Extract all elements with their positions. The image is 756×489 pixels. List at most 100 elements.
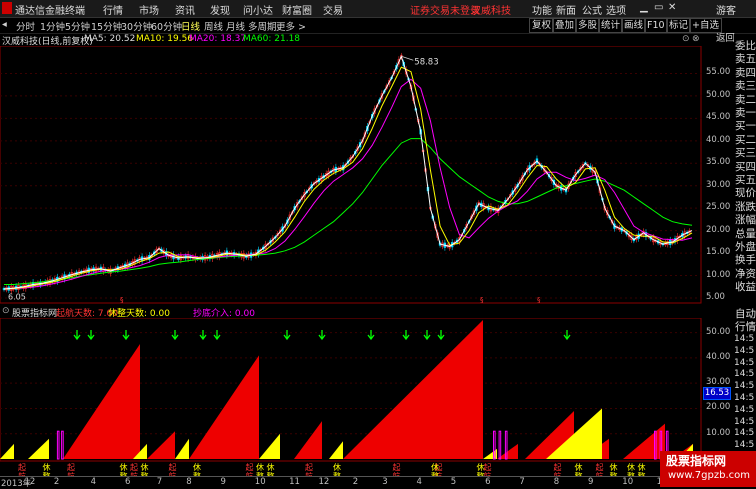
menu-gongneng[interactable]: 功能 — [532, 2, 552, 17]
date-tick-label: 3 — [382, 477, 388, 487]
date-axis: 2013年1224678910111223456789101112 — [0, 476, 702, 489]
menu-hangqing[interactable]: 行情 — [103, 2, 123, 17]
xiuzheng-wedge — [329, 441, 343, 459]
btn-biaoji[interactable]: 标记 — [666, 18, 692, 33]
indicator-header: ⊙ 股票指标网 起航天数: 7.00 休整天数: 0.00 抄底介入: 0.00 — [0, 306, 702, 319]
event-marker-icon: § — [480, 296, 484, 304]
date-tick-label: 8 — [553, 477, 560, 487]
tick-time: 14:5 — [734, 381, 755, 392]
buy-arrow-icon — [437, 330, 445, 341]
indicator-chart[interactable] — [0, 318, 702, 462]
indicator-settings-icon[interactable]: ⊙ — [2, 306, 10, 316]
app-logo-icon — [2, 2, 12, 14]
qihang-wedge — [63, 344, 140, 459]
buy-arrow-icon — [563, 330, 571, 341]
buy-arrow-icon — [283, 330, 291, 341]
date-tick-label: 10 — [254, 477, 266, 487]
toolbar-left-arrow-icon[interactable]: ◂ — [2, 19, 7, 30]
period-daily[interactable]: 日线 — [181, 19, 200, 33]
btn-fuquan[interactable]: 复权 — [529, 18, 555, 33]
btn-diejia[interactable]: 叠加 — [552, 18, 578, 33]
date-tick-label: 11 — [289, 477, 300, 487]
minimize-button[interactable]: ▁ — [640, 2, 648, 13]
xiuzheng-wedge — [259, 433, 280, 459]
close-button[interactable]: ✕ — [668, 2, 676, 13]
chaodi-bar — [498, 430, 502, 460]
watermark-url: www.7gpzb.com — [668, 470, 750, 481]
date-tick-label: 12 — [318, 477, 330, 487]
period-1min[interactable]: 1分钟 — [40, 19, 65, 33]
event-marker-icon: § — [120, 296, 124, 304]
tick-time: 14:5 — [734, 345, 755, 356]
date-tick-label: 8 — [186, 477, 192, 487]
ma20-value: MA20: 18.37 — [189, 34, 247, 44]
chaodi-bar — [56, 430, 60, 460]
period-15min[interactable]: 15分钟 — [91, 19, 122, 33]
indicator-tick-label: 20.00 — [706, 402, 731, 413]
watermark-title: 股票指标网 — [666, 454, 727, 468]
date-tick-label: 6 — [124, 477, 131, 487]
menu-shichang[interactable]: 市场 — [139, 2, 159, 17]
signal-wedges — [0, 320, 693, 459]
ma60-value: MA60: 21.18 — [243, 34, 301, 44]
menu-caifuquan[interactable]: 财富圈 — [282, 2, 312, 17]
btn-huaxian[interactable]: 画线 — [621, 18, 647, 33]
buy-arrow-icon — [73, 330, 81, 341]
btn-tongji[interactable]: 统计 — [598, 18, 624, 33]
price-header: 汉威科技(日线,前复权) MA5: 20.52 MA10: 19.56 MA20… — [0, 34, 702, 47]
buy-arrow-icon — [318, 330, 326, 341]
period-toolbar: ◂ 分时 1分钟 5分钟 15分钟 30分钟 60分钟 日线 周线 月线 多周期… — [0, 18, 756, 44]
menu-gongshi[interactable]: 公式 — [582, 2, 602, 17]
quote-tab[interactable]: 行情 — [735, 319, 756, 334]
restore-button[interactable]: ▭ — [654, 2, 663, 13]
indicator-value-badge: 16.53 — [703, 387, 731, 400]
date-tick-label: 4 — [90, 477, 97, 487]
panel-settings-icon[interactable]: ⊙ — [682, 34, 690, 44]
period-weekly[interactable]: 周线 — [204, 19, 223, 33]
tick-time: 14:5 — [734, 357, 755, 368]
menu-xinmian[interactable]: 新面 — [556, 2, 576, 17]
tick-time: 14:5 — [734, 334, 755, 344]
date-tick-label: 10 — [622, 477, 634, 487]
menu-xuanxiang[interactable]: 选项 — [606, 2, 626, 17]
price-tick-label: 25.00 — [706, 202, 731, 213]
date-tick-label: 9 — [220, 477, 226, 487]
xiuzheng-wedge — [175, 438, 189, 459]
period-more[interactable]: 更多 > — [276, 19, 306, 33]
guest-label[interactable]: 游客 — [716, 2, 736, 17]
period-multi[interactable]: 多周期 — [248, 19, 277, 33]
tick-time: 14:5 — [734, 393, 755, 403]
period-60min[interactable]: 60分钟 — [151, 19, 182, 33]
price-chart[interactable]: 58.83 6.05 § § § — [0, 46, 702, 304]
buy-arrow-icon — [171, 330, 179, 341]
event-marker-icon: § — [537, 296, 541, 304]
low-price-label: 6.05 — [8, 292, 26, 301]
qihang-wedge — [343, 320, 483, 459]
btn-f10[interactable]: F10 — [644, 18, 668, 33]
menu-jiaoyi[interactable]: 交易 — [323, 2, 343, 17]
period-5min[interactable]: 5分钟 — [65, 19, 90, 33]
btn-zixuan[interactable]: +自选 — [689, 18, 722, 33]
ma5-value: MA5: 20.52 — [84, 34, 136, 44]
panel-close-icon[interactable]: ⊗ — [692, 34, 700, 44]
date-tick-label: 9 — [588, 477, 594, 487]
period-monthly[interactable]: 月线 — [226, 19, 245, 33]
quote-field-label: 收益 — [735, 281, 756, 294]
menu-zixun[interactable]: 资讯 — [175, 2, 195, 17]
login-warning[interactable]: 证券交易未登录 — [410, 2, 480, 17]
menu-wenxiaoda[interactable]: 问小达 — [243, 2, 273, 17]
btn-duogu[interactable]: 多股 — [575, 18, 601, 33]
date-tick-label: 6 — [485, 477, 491, 487]
tick-time: 14:5 — [734, 440, 755, 451]
menu-faxian[interactable]: 发现 — [210, 2, 230, 17]
period-fenshi[interactable]: 分时 — [16, 19, 35, 33]
period-30min[interactable]: 30分钟 — [121, 19, 152, 33]
buy-arrows — [73, 330, 571, 341]
qihang-wedge — [294, 421, 322, 459]
buy-arrow-icon — [213, 330, 221, 341]
price-tick-label: 5.00 — [706, 292, 725, 302]
buy-arrow-icon — [122, 330, 130, 341]
stock-name-link[interactable]: 汉威科技 — [471, 2, 511, 17]
date-tick-label: 4 — [416, 477, 422, 487]
chaodi-bar — [61, 430, 64, 460]
